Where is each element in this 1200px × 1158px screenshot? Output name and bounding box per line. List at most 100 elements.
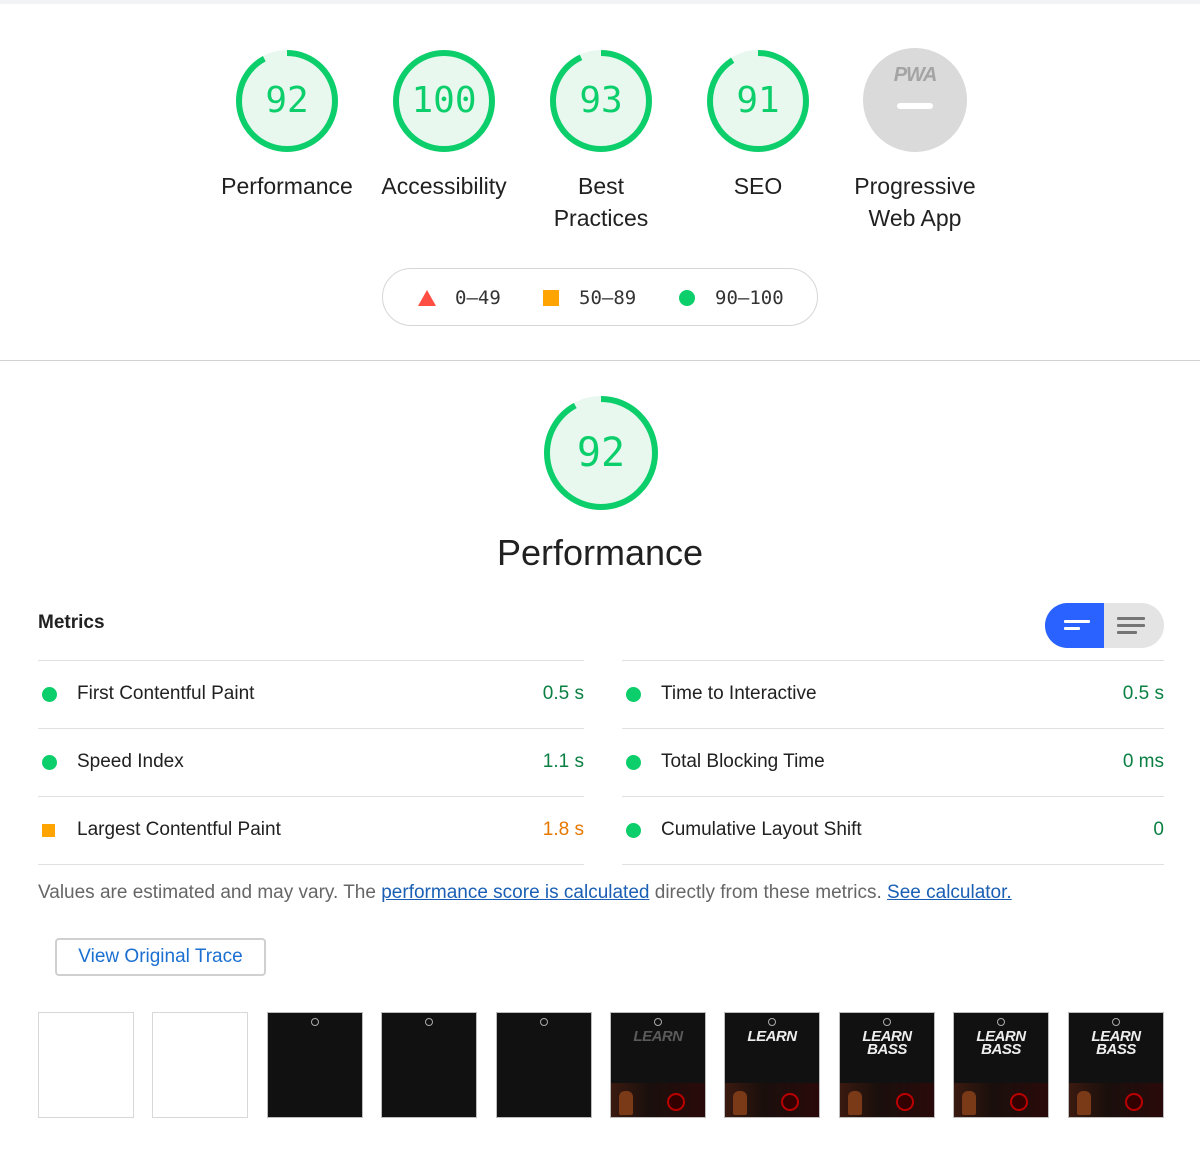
list-view-icon [1117, 617, 1145, 620]
emblem-icon [1125, 1093, 1143, 1111]
metric-label: Speed Index [77, 751, 184, 772]
site-logo-icon [768, 1018, 776, 1026]
metric-speed-index[interactable]: Speed Index 1.1 s [38, 728, 584, 796]
site-logo-icon [311, 1018, 319, 1026]
metric-label: Largest Contentful Paint [77, 819, 281, 840]
gauge-accessibility[interactable]: 100 Accessibility [366, 48, 522, 202]
list-view-icon-line [1117, 624, 1145, 627]
metric-value: 0.5 s [1122, 683, 1164, 704]
frame-headline: LEARN [633, 1028, 683, 1045]
section-divider [0, 360, 1200, 361]
compact-view-icon-line [1064, 627, 1080, 630]
pass-circle-icon [679, 290, 695, 306]
gauge-label: Performance [221, 173, 353, 199]
filmstrip-frame [267, 1012, 363, 1118]
fail-triangle-icon [418, 290, 436, 306]
gauge-label: Progressive Web App [854, 173, 976, 231]
filmstrip-frame [496, 1012, 592, 1118]
filmstrip-frame: LEARN [724, 1012, 820, 1118]
frame-headline: BASS [1096, 1041, 1136, 1058]
guitarist-figure [619, 1091, 633, 1115]
gauge-score: 93 [579, 80, 623, 121]
frame-headline: LEARN [747, 1028, 797, 1045]
gauge-label: SEO [733, 173, 783, 199]
metric-label: First Contentful Paint [77, 683, 255, 704]
gauge-best-practices[interactable]: 93 Best Practices [523, 48, 679, 234]
pwa-badge: PWA [863, 48, 967, 152]
metrics-view-toggle[interactable] [1045, 603, 1164, 648]
filmstrip-frame [381, 1012, 477, 1118]
metric-value: 0 ms [1122, 751, 1164, 772]
filmstrip-frame: LEARN BASS [953, 1012, 1049, 1118]
average-square-icon [42, 824, 55, 837]
expanded-view-button[interactable] [1104, 603, 1164, 648]
pass-circle-icon [626, 823, 641, 838]
pass-circle-icon [626, 687, 641, 702]
filmstrip: LEARN LEARN LEARN BASS LEARN BASS LEARN BASS [38, 1012, 1164, 1120]
not-applicable-dash [897, 103, 933, 109]
metric-total-blocking-time[interactable]: Total Blocking Time 0 ms [622, 728, 1164, 796]
compact-view-button[interactable] [1045, 603, 1104, 648]
filmstrip-frame: LEARN BASS [839, 1012, 935, 1118]
metrics-column-right: Time to Interactive 0.5 s Total Blocking… [622, 660, 1164, 865]
pass-circle-icon [42, 755, 57, 770]
guitarist-figure [1077, 1091, 1091, 1115]
filmstrip-frame [38, 1012, 134, 1118]
filmstrip-frame [152, 1012, 248, 1118]
score-legend: 0–49 50–89 90–100 [382, 268, 818, 326]
guitarist-figure [962, 1091, 976, 1115]
legend-range-average: 50–89 [579, 287, 637, 309]
gauge-seo[interactable]: 91 SEO [680, 48, 836, 202]
site-logo-icon [997, 1018, 1005, 1026]
legend-range-fail: 0–49 [455, 287, 501, 309]
gauge-label: Best Practices [553, 173, 649, 231]
view-original-trace-button[interactable]: View Original Trace [55, 938, 266, 976]
frame-headline: BASS [981, 1041, 1021, 1058]
site-logo-icon [425, 1018, 433, 1026]
score-gauges: 92 Performance 100 Accessibility 93 Best… [0, 48, 1200, 248]
metric-value: 0.5 s [542, 683, 584, 704]
performance-score: 92 [576, 430, 626, 476]
gauge-pwa[interactable]: PWA Progressive Web App [837, 48, 993, 234]
site-logo-icon [883, 1018, 891, 1026]
gauge-score: 100 [411, 80, 477, 121]
see-calculator-link[interactable]: See calculator. [887, 882, 1012, 903]
metric-time-to-interactive[interactable]: Time to Interactive 0.5 s [622, 660, 1164, 728]
gauge-score: 92 [265, 80, 309, 121]
filmstrip-frame: LEARN BASS [1068, 1012, 1164, 1118]
metric-value: 0 [1153, 819, 1164, 840]
emblem-icon [1010, 1093, 1028, 1111]
guitarist-figure [733, 1091, 747, 1115]
note-text: Values are estimated and may vary. The [38, 882, 382, 903]
metric-first-contentful-paint[interactable]: First Contentful Paint 0.5 s [38, 660, 584, 728]
metric-label: Cumulative Layout Shift [661, 819, 862, 840]
metric-label: Total Blocking Time [661, 751, 825, 772]
legend-range-pass: 90–100 [715, 287, 784, 309]
emblem-icon [781, 1093, 799, 1111]
metric-value: 1.1 s [542, 751, 584, 772]
metric-label: Time to Interactive [661, 683, 817, 704]
guitarist-figure [848, 1091, 862, 1115]
gauge-score: 91 [736, 80, 780, 121]
filmstrip-frame: LEARN [610, 1012, 706, 1118]
site-logo-icon [1112, 1018, 1120, 1026]
list-view-icon-line [1117, 631, 1137, 634]
score-calculation-link[interactable]: performance score is calculated [381, 882, 649, 903]
note-text: directly from these metrics. [649, 882, 888, 903]
pwa-icon: PWA [893, 64, 938, 86]
gauge-label: Accessibility [381, 173, 507, 199]
section-title: Performance [496, 532, 704, 573]
metrics-column-left: First Contentful Paint 0.5 s Speed Index… [38, 660, 584, 865]
site-logo-icon [654, 1018, 662, 1026]
pass-circle-icon [626, 755, 641, 770]
frame-headline: BASS [867, 1041, 907, 1058]
emblem-icon [667, 1093, 685, 1111]
top-band [0, 0, 1200, 4]
compact-view-icon [1064, 620, 1090, 623]
site-logo-icon [540, 1018, 548, 1026]
gauge-performance[interactable]: 92 Performance [209, 48, 365, 202]
pass-circle-icon [42, 687, 57, 702]
metrics-note: Values are estimated and may vary. The p… [38, 880, 1012, 906]
metric-largest-contentful-paint[interactable]: Largest Contentful Paint 1.8 s [38, 796, 584, 865]
metric-cumulative-layout-shift[interactable]: Cumulative Layout Shift 0 [622, 796, 1164, 865]
